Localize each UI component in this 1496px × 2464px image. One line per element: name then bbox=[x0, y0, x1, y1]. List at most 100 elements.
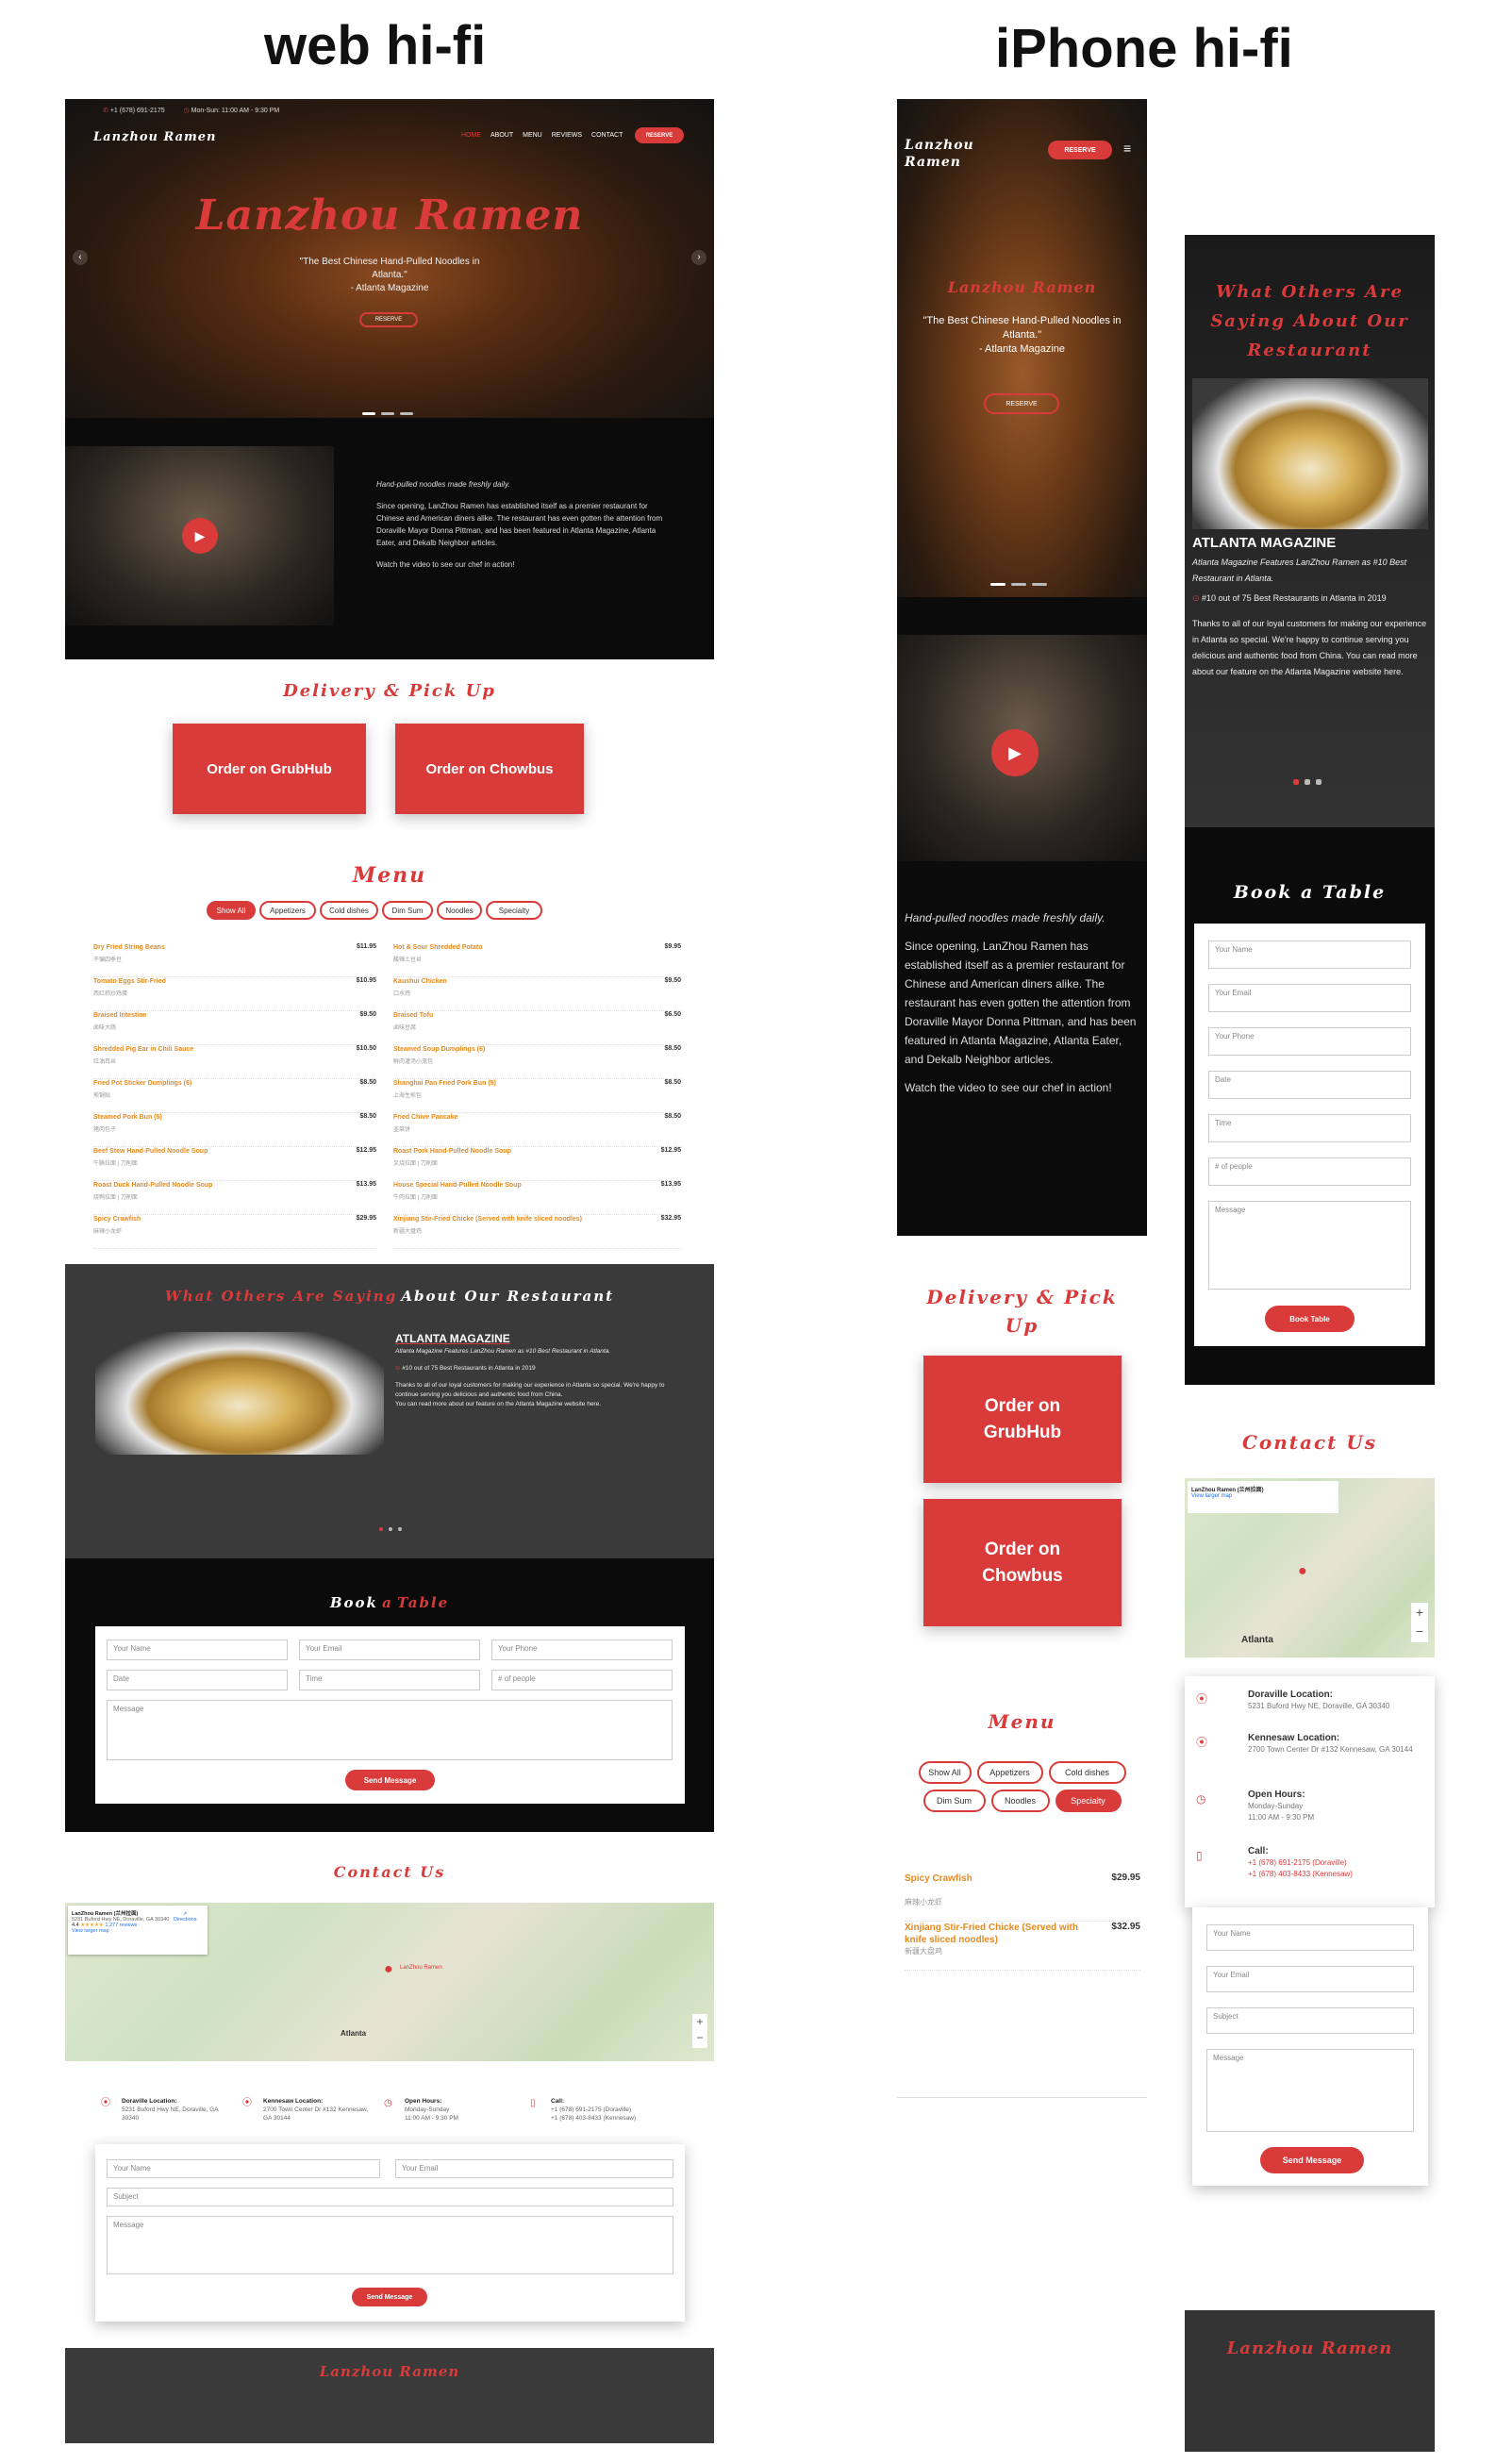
phone-delivery-title: Delivery & Pick Up bbox=[926, 1286, 1118, 1337]
book-people-select[interactable]: # of people bbox=[491, 1670, 673, 1690]
phone-info-call: ▯ Call: +1 (678) 691-2175 (Doraville) +1 (6… bbox=[1196, 1846, 1422, 1880]
filter-dim-sum[interactable]: Dim Sum bbox=[923, 1790, 986, 1812]
contact-send-button[interactable]: Send Message bbox=[352, 2288, 427, 2306]
phone-map-zoom[interactable]: + − bbox=[1411, 1603, 1428, 1642]
filter-specialty[interactable]: Specialty bbox=[486, 901, 542, 920]
play-icon[interactable]: ▶ bbox=[991, 729, 1039, 776]
hero-next-arrow[interactable]: › bbox=[691, 250, 706, 265]
filter-appetizers[interactable]: Appetizers bbox=[259, 901, 316, 920]
phone-book-name[interactable]: Your Name bbox=[1208, 941, 1411, 969]
grubhub-button[interactable]: Order on GrubHub bbox=[173, 724, 366, 814]
filter-noodles[interactable]: Noodles bbox=[437, 901, 482, 920]
play-icon[interactable]: ▶ bbox=[182, 518, 218, 554]
contact-email-field[interactable]: Your Email bbox=[395, 2159, 673, 2178]
about-cta: Watch the video to see our chef in actio… bbox=[376, 560, 515, 569]
phone-contact-name[interactable]: Your Name bbox=[1206, 1924, 1414, 1951]
menu-item: House Special Hand-Pulled Noodle Soup 牛肉拉… bbox=[393, 1181, 681, 1215]
phone-book-message[interactable]: Message bbox=[1208, 1201, 1411, 1290]
phone-about-video[interactable]: ▶ bbox=[897, 635, 1147, 861]
book-message-field[interactable]: Message bbox=[107, 1700, 673, 1760]
hero-quote-source: - Atlanta Magazine bbox=[350, 283, 429, 293]
chowbus-button[interactable]: Order on Chowbus bbox=[395, 724, 584, 814]
nav-reviews[interactable]: REVIEWS bbox=[552, 132, 582, 139]
nav-home[interactable]: HOME bbox=[461, 132, 481, 139]
contact-map[interactable]: LanZhou Ramen (兰州拉面) 5231 Buford Hwy NE,… bbox=[65, 1903, 714, 2061]
call-phone-1[interactable]: +1 (678) 691-2175 (Doraville) bbox=[551, 2106, 686, 2114]
filter-show-all[interactable]: Show All bbox=[207, 901, 256, 920]
menu-item-chinese: 西红柿炒鸡蛋 bbox=[93, 991, 128, 997]
phone-map-larger[interactable]: View larger map bbox=[1191, 1493, 1335, 1499]
about-video[interactable]: ▶ bbox=[65, 446, 334, 625]
footer-logo[interactable]: Lanzhou Ramen bbox=[65, 2363, 714, 2380]
phone-review-dots[interactable] bbox=[1290, 773, 1324, 790]
nav-menu[interactable]: MENU bbox=[523, 132, 542, 139]
about-tagline: Hand-pulled noodles made freshly daily. bbox=[376, 480, 510, 489]
contact-subject-field[interactable]: Subject bbox=[107, 2188, 673, 2206]
menu-item-name: Shanghai Pan Fried Pork Bun (5) bbox=[393, 1080, 496, 1087]
menu-item-name: Dry Fried String Beans bbox=[93, 944, 165, 951]
map-zoom-control[interactable]: + − bbox=[692, 2014, 707, 2048]
filter-cold-dishes[interactable]: Cold dishes bbox=[1048, 1761, 1126, 1784]
review-carousel-dots[interactable] bbox=[376, 1519, 405, 1536]
book-time-field[interactable]: Time bbox=[299, 1670, 480, 1690]
book-date-field[interactable]: Date bbox=[107, 1670, 288, 1690]
web-topbar: ✆ +1 (678) 691-2175 ◷ Mon-Sun: 11:00 AM … bbox=[103, 107, 279, 114]
phone-hero-reserve-button[interactable]: RESERVE bbox=[984, 393, 1059, 414]
call-phone-2[interactable]: +1 (678) 403-8433 (Kennesaw) bbox=[551, 2114, 686, 2123]
phone-book-date[interactable]: Date bbox=[1208, 1071, 1411, 1099]
map-pin-icon[interactable]: ● bbox=[384, 1961, 393, 1978]
filter-cold-dishes[interactable]: Cold dishes bbox=[320, 901, 378, 920]
filter-noodles[interactable]: Noodles bbox=[990, 1790, 1050, 1812]
phone-book-time[interactable]: Time bbox=[1208, 1114, 1411, 1142]
map-larger-link[interactable]: View larger map bbox=[72, 1928, 204, 1934]
phone-call-1[interactable]: +1 (678) 691-2175 (Doraville) bbox=[1248, 1857, 1422, 1869]
hamburger-icon[interactable]: ≡ bbox=[1123, 141, 1131, 156]
book-phone-field[interactable]: Your Phone bbox=[491, 1640, 673, 1660]
phone-call-2[interactable]: +1 (678) 403-8433 (Kennesaw) bbox=[1248, 1869, 1422, 1880]
phone-contact-email[interactable]: Your Email bbox=[1206, 1966, 1414, 1992]
book-email-field[interactable]: Your Email bbox=[299, 1640, 480, 1660]
phone-map[interactable]: LanZhou Ramen (兰州拉面) View larger map ● A… bbox=[1185, 1478, 1435, 1657]
filter-dim-sum[interactable]: Dim Sum bbox=[382, 901, 433, 920]
phone-book-email[interactable]: Your Email bbox=[1208, 984, 1411, 1012]
web-logo[interactable]: Lanzhou Ramen bbox=[93, 130, 217, 144]
hero-reserve-button[interactable]: RESERVE bbox=[359, 312, 418, 327]
topbar-phone[interactable]: +1 (678) 691-2175 bbox=[110, 108, 165, 114]
menu-item-name: Xinjiang Stir-Fried Chicke (Served with … bbox=[905, 1923, 1078, 1945]
phone-book-submit[interactable]: Book Table bbox=[1265, 1306, 1355, 1332]
hero-prev-arrow[interactable]: ‹ bbox=[73, 250, 88, 265]
phone-chowbus-button[interactable]: Order on Chowbus bbox=[923, 1499, 1122, 1626]
menu-item: Xinjiang Stir-Fried Chicke (Served with … bbox=[905, 1922, 1140, 1971]
nav-reserve-button[interactable]: RESERVE bbox=[635, 127, 684, 143]
filter-show-all[interactable]: Show All bbox=[918, 1761, 972, 1784]
info-hours: ◷ Open Hours: Monday-Sunday 11:00 AM - 9:30… bbox=[384, 2097, 516, 2123]
contact-message-field[interactable]: Message bbox=[107, 2216, 673, 2274]
phone-footer-logo[interactable]: Lanzhou Ramen bbox=[1185, 2339, 1435, 2358]
phone-reviews: What Others Are Saying About Our Restaur… bbox=[1185, 235, 1435, 827]
phone-contact-submit[interactable]: Send Message bbox=[1260, 2147, 1364, 2173]
review-feature: Atlanta Magazine Features LanZhou Ramen … bbox=[395, 1348, 611, 1355]
map-directions[interactable]: ➚ Directions bbox=[174, 1911, 196, 1923]
phone-hero-dots[interactable] bbox=[988, 574, 1050, 591]
map-reviews-link[interactable]: 1,277 reviews bbox=[105, 1923, 137, 1928]
contact-name-field[interactable]: Your Name bbox=[107, 2159, 380, 2178]
map-pin-icon[interactable]: ● bbox=[1298, 1563, 1307, 1580]
menu-item-name: Steamed Pork Bun (5) bbox=[93, 1114, 162, 1121]
review-more-link[interactable]: You can read more about our feature on t… bbox=[395, 1400, 688, 1409]
filter-appetizers[interactable]: Appetizers bbox=[976, 1761, 1043, 1784]
menu-item-chinese: 上海生煎包 bbox=[393, 1093, 423, 1099]
phone-grubhub-button[interactable]: Order on GrubHub bbox=[923, 1356, 1122, 1483]
phone-book-people[interactable]: # of people bbox=[1208, 1157, 1411, 1186]
book-send-button[interactable]: Send Message bbox=[345, 1770, 435, 1790]
kennesaw-addr: 2700 Town Center Dr #132 Kennesaw, GA 30… bbox=[263, 2106, 369, 2122]
phone-book-phone[interactable]: Your Phone bbox=[1208, 1027, 1411, 1056]
nav-about[interactable]: ABOUT bbox=[490, 132, 513, 139]
phone-contact-subject[interactable]: Subject bbox=[1206, 2007, 1414, 2034]
filter-specialty[interactable]: Specialty bbox=[1055, 1790, 1122, 1812]
phone-logo[interactable]: Lanzhou Ramen bbox=[905, 137, 999, 171]
call-label: Call: bbox=[551, 2098, 565, 2105]
phone-nav-reserve-button[interactable]: RESERVE bbox=[1048, 141, 1112, 159]
nav-contact[interactable]: CONTACT bbox=[591, 132, 623, 139]
phone-contact-message[interactable]: Message bbox=[1206, 2049, 1414, 2132]
book-name-field[interactable]: Your Name bbox=[107, 1640, 288, 1660]
